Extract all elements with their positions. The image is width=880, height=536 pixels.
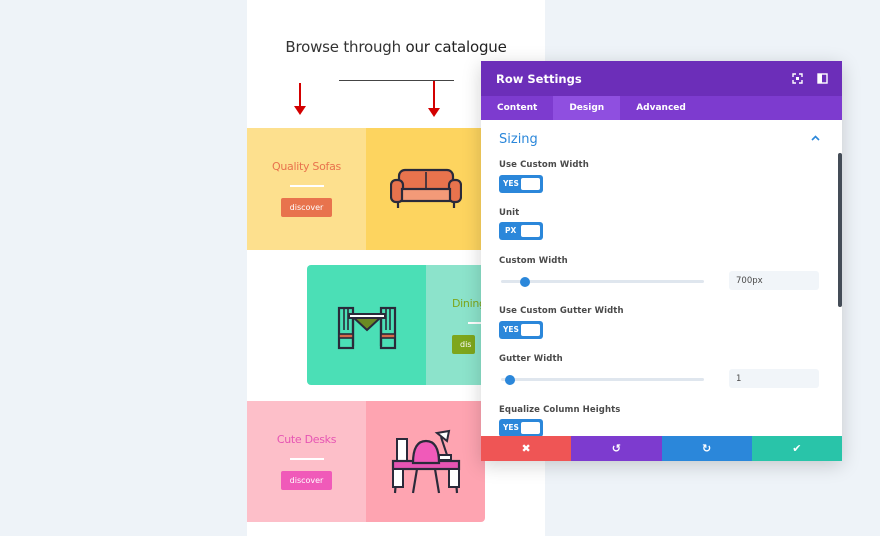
row-rule xyxy=(289,458,324,460)
discover-button[interactable]: discover xyxy=(280,198,333,217)
settings-body: Sizing Use Custom Width YES Unit PX Cust… xyxy=(481,120,842,436)
section-title-sizing[interactable]: Sizing xyxy=(499,132,538,147)
use-custom-width-toggle[interactable]: YES xyxy=(499,175,543,193)
tab-bar: Content Design Advanced xyxy=(481,96,842,120)
undo-icon: ↺ xyxy=(611,442,621,455)
use-custom-width-label: Use Custom Width xyxy=(499,160,589,170)
catalogue-row-sofas: Quality Sofas discover xyxy=(247,128,485,250)
equalize-heights-label: Equalize Column Heights xyxy=(499,405,621,415)
row-icon-cell xyxy=(366,401,485,522)
dining-table-icon xyxy=(337,306,396,350)
row-text-cell: Quality Sofas discover xyxy=(247,128,366,250)
gutter-width-input[interactable]: 1 xyxy=(729,369,819,388)
check-icon: ✔ xyxy=(792,442,802,455)
row-rule xyxy=(289,185,324,187)
save-button[interactable]: ✔ xyxy=(751,436,842,461)
use-custom-gutter-label: Use Custom Gutter Width xyxy=(499,306,624,316)
catalogue-row-desks: Cute Desks discover xyxy=(247,401,485,522)
toggle-knob xyxy=(521,422,540,434)
toggle-knob xyxy=(521,225,540,237)
sidebar-toggle-icon[interactable] xyxy=(817,73,828,84)
sofa-icon xyxy=(389,168,462,208)
chevron-up-icon[interactable] xyxy=(811,135,820,141)
arrow-down-icon xyxy=(294,83,306,115)
headline-bold: our catalogue xyxy=(405,38,507,56)
row-text-cell: Cute Desks discover xyxy=(247,401,366,522)
headline-plain: Browse through xyxy=(285,38,406,56)
toggle-state: YES xyxy=(503,423,519,432)
custom-width-label: Custom Width xyxy=(499,256,568,266)
row-icon-cell xyxy=(307,265,426,385)
close-icon: ✖ xyxy=(521,442,531,455)
arrow-down-icon xyxy=(428,81,440,117)
custom-width-slider-handle[interactable] xyxy=(520,276,530,287)
row-settings-modal: Row Settings Content Design Advanced Siz… xyxy=(481,61,842,461)
unit-toggle[interactable]: PX xyxy=(499,222,543,240)
discover-button[interactable]: dis xyxy=(452,335,476,354)
scrollbar[interactable] xyxy=(838,153,842,307)
custom-width-input[interactable]: 700px xyxy=(729,271,819,290)
modal-footer: ✖ ↺ ↻ ✔ xyxy=(481,436,842,461)
discover-button[interactable]: discover xyxy=(280,471,333,490)
desk-lamp-chair-icon xyxy=(391,429,460,493)
gutter-width-slider-handle[interactable] xyxy=(505,374,515,385)
tab-design[interactable]: Design xyxy=(553,96,621,120)
redo-icon: ↻ xyxy=(702,442,712,455)
row-icon-cell xyxy=(366,128,485,250)
row-text-cell: Dining dis xyxy=(426,265,485,385)
fullscreen-icon[interactable] xyxy=(792,73,803,84)
use-custom-gutter-toggle[interactable]: YES xyxy=(499,321,543,339)
toggle-knob xyxy=(521,324,540,336)
row-title: Quality Sofas xyxy=(272,160,341,173)
catalogue-row-dining: Dining dis xyxy=(307,265,485,385)
toggle-state: YES xyxy=(503,179,519,188)
modal-title: Row Settings xyxy=(496,71,582,86)
gutter-width-slider[interactable] xyxy=(501,374,704,385)
equalize-heights-toggle[interactable]: YES xyxy=(499,419,543,436)
page-headline: Browse through our catalogue xyxy=(247,38,545,56)
gutter-width-label: Gutter Width xyxy=(499,354,563,364)
undo-button[interactable]: ↺ xyxy=(571,436,662,461)
headline-divider xyxy=(339,80,454,81)
toggle-knob xyxy=(521,178,540,190)
modal-header: Row Settings xyxy=(481,61,842,96)
toggle-state: YES xyxy=(503,325,519,334)
cancel-button[interactable]: ✖ xyxy=(481,436,572,461)
unit-label: Unit xyxy=(499,208,520,218)
toggle-state: PX xyxy=(505,226,517,235)
custom-width-slider[interactable] xyxy=(501,276,704,287)
tab-content[interactable]: Content xyxy=(481,96,553,120)
row-title: Cute Desks xyxy=(276,433,337,446)
redo-button[interactable]: ↻ xyxy=(661,436,752,461)
tab-advanced[interactable]: Advanced xyxy=(620,96,702,120)
